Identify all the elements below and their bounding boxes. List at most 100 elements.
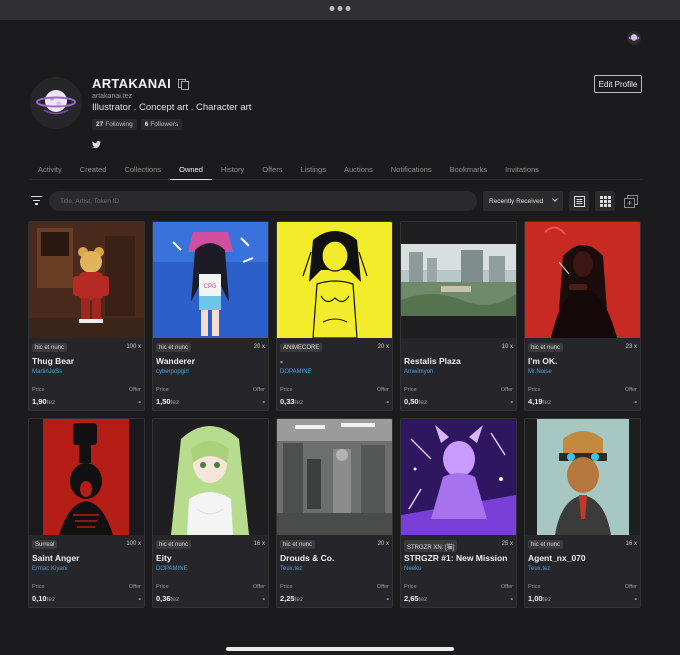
card-image[interactable]: CPG <box>153 222 268 338</box>
card-artist[interactable]: Mr.Noise <box>528 369 552 375</box>
add-collection-icon <box>624 194 638 208</box>
grid-view-button[interactable] <box>595 191 615 211</box>
platform-badge: hic et nunc <box>156 343 192 352</box>
offer-label: Offer <box>376 387 389 393</box>
card-image[interactable] <box>277 222 392 338</box>
card-artist[interactable]: Ermac Kiyani <box>32 566 67 572</box>
price-label: Price <box>32 584 45 590</box>
tab-offers[interactable]: Offers <box>253 161 291 180</box>
following-count: 27 <box>96 121 104 128</box>
card-title[interactable]: I'm OK. <box>528 356 638 366</box>
price-label: Price <box>528 584 541 590</box>
tab-owned[interactable]: Owned <box>170 161 212 180</box>
card-image[interactable] <box>277 419 392 535</box>
price-value: 0,36tez <box>156 594 179 603</box>
editions-count: 20 x <box>377 541 389 547</box>
card-artist[interactable]: MartinJoSs <box>32 369 62 375</box>
tab-notifications[interactable]: Notifications <box>382 161 441 180</box>
nft-card[interactable]: hic et nunc 20 x Drouds & Co. Teux.tez P… <box>276 418 393 608</box>
price-amount: 0,50 <box>404 397 419 406</box>
account-avatar[interactable] <box>627 31 641 45</box>
add-collection-button[interactable] <box>621 191 641 211</box>
card-title[interactable]: Restalis Plaza <box>404 356 514 366</box>
followers-stat[interactable]: 6 Followers <box>140 119 183 130</box>
nft-card[interactable]: Surreal 100 x Saint Anger Ermac Kiyani P… <box>28 418 145 608</box>
card-artist[interactable]: DOPAMINE <box>280 369 312 375</box>
edit-profile-button[interactable]: Edit Profile <box>594 75 642 93</box>
card-title[interactable]: Thug Bear <box>32 356 142 366</box>
card-image[interactable] <box>153 419 268 535</box>
price-currency: tez <box>294 596 304 603</box>
copy-icon[interactable] <box>178 79 190 90</box>
search-input[interactable] <box>49 191 477 211</box>
nft-card[interactable]: STRGZR XN: [猫] 25 x STRGZR #1: New Missi… <box>400 418 517 608</box>
nft-card[interactable]: hic et nunc 23 x I'm OK. Mr.Noise Price … <box>524 221 641 411</box>
card-title[interactable]: Wanderer <box>156 356 266 366</box>
card-image[interactable] <box>525 419 640 535</box>
tab-auctions[interactable]: Auctions <box>335 161 382 180</box>
card-artist[interactable]: cyberpopgirl <box>156 369 189 375</box>
price-amount: 1,00 <box>528 594 543 603</box>
nft-card[interactable]: CPG hic et nunc 20 x Wanderer cyberpopgi… <box>152 221 269 411</box>
filter-icon[interactable] <box>31 196 42 205</box>
price-currency: tez <box>170 399 180 406</box>
card-image[interactable] <box>29 222 144 338</box>
tab-created[interactable]: Created <box>71 161 116 180</box>
card-title[interactable]: STRGZR #1: New Mission <box>404 553 514 563</box>
price-currency: tez <box>418 596 428 603</box>
card-artist[interactable]: Neeku <box>404 566 421 572</box>
sort-select[interactable]: Recently Received <box>483 191 563 211</box>
price-currency: tez <box>46 399 56 406</box>
price-label: Price <box>528 387 541 393</box>
card-title[interactable]: Agent_nx_070 <box>528 553 638 563</box>
tab-invitations[interactable]: Invitations <box>496 161 548 180</box>
card-title[interactable]: - <box>280 356 390 366</box>
price-label: Price <box>404 584 417 590</box>
card-image[interactable] <box>401 222 516 338</box>
home-indicator[interactable] <box>226 647 454 651</box>
card-image[interactable] <box>401 419 516 535</box>
list-view-button[interactable] <box>569 191 589 211</box>
profile-avatar <box>30 77 82 129</box>
nft-card[interactable]: ANIMECORE 20 x - DOPAMINE Price Offer 0,… <box>276 221 393 411</box>
card-title[interactable]: Drouds & Co. <box>280 553 390 563</box>
card-title[interactable]: Saint Anger <box>32 553 142 563</box>
card-artist[interactable]: Amwimyoh <box>404 369 433 375</box>
card-title[interactable]: Eity <box>156 553 266 563</box>
offer-label: Offer <box>252 387 265 393</box>
tab-activity[interactable]: Activity <box>29 161 71 180</box>
nft-card[interactable]: hic et nunc 100 x Thug Bear MartinJoSs P… <box>28 221 145 411</box>
more-dots-icon[interactable] <box>329 6 351 11</box>
offer-label: Offer <box>500 387 513 393</box>
nft-card[interactable]: hic et nunc 16 x Eity DOPAMINE Price Off… <box>152 418 269 608</box>
nft-card[interactable]: 10 x Restalis Plaza Amwimyoh Price Offer… <box>400 221 517 411</box>
tab-history[interactable]: History <box>212 161 253 180</box>
tab-listings[interactable]: Listings <box>292 161 335 180</box>
followers-count: 6 <box>144 121 149 128</box>
tab-bookmarks[interactable]: Bookmarks <box>441 161 497 180</box>
tab-collections[interactable]: Collections <box>115 161 170 180</box>
price-currency: tez <box>170 596 180 603</box>
card-image[interactable] <box>29 419 144 535</box>
offer-label: Offer <box>500 584 513 590</box>
platform-badge: hic et nunc <box>528 540 564 549</box>
platform-badge: hic et nunc <box>156 540 192 549</box>
card-image[interactable] <box>525 222 640 338</box>
offer-label: Offer <box>624 387 637 393</box>
list-view-icon <box>573 195 585 207</box>
card-artist[interactable]: Teux.tez <box>280 566 302 572</box>
price-amount: 1,90 <box>32 397 47 406</box>
card-artist[interactable]: DOPAMINE <box>156 566 188 572</box>
price-value: 1,50tez <box>156 397 179 406</box>
followers-label: Followers <box>150 121 179 128</box>
offer-label: Offer <box>376 584 389 590</box>
price-value: 4,19tez <box>528 397 551 406</box>
window-top-bar <box>0 0 680 20</box>
twitter-icon[interactable] <box>92 135 101 148</box>
price-currency: tez <box>542 399 552 406</box>
editions-count: 16 x <box>253 541 265 547</box>
card-artist[interactable]: Teux.tez <box>528 566 550 572</box>
nft-card[interactable]: hic et nunc 16 x Agent_nx_070 Teux.tez P… <box>524 418 641 608</box>
offer-value: - <box>510 397 514 406</box>
following-stat[interactable]: 27 Following <box>92 119 137 130</box>
